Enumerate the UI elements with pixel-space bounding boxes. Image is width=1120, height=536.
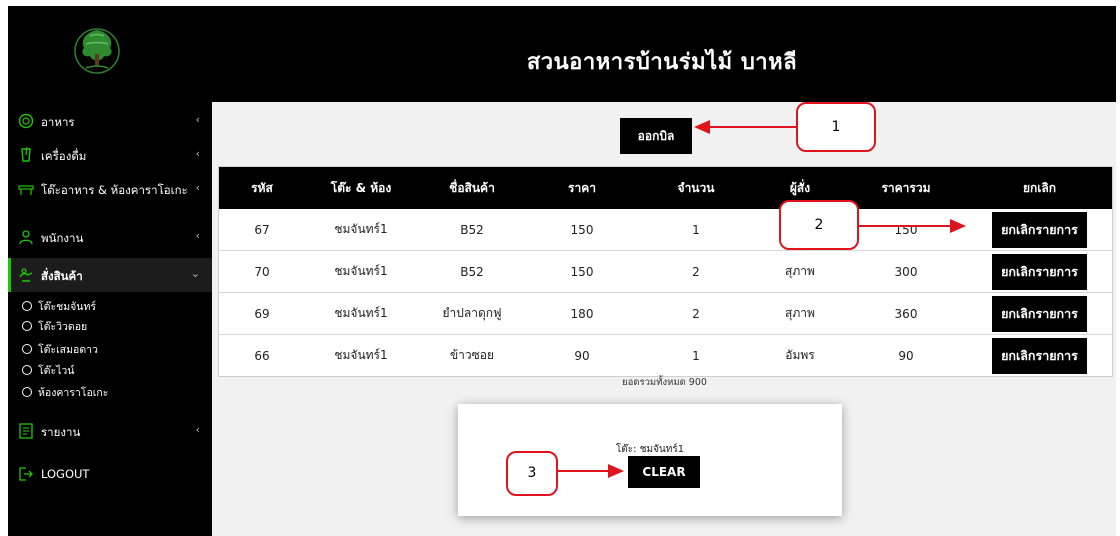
annotation-arrows xyxy=(558,120,966,478)
arrow-icon xyxy=(859,219,966,233)
arrow-icon xyxy=(558,464,624,478)
arrow-icon xyxy=(694,120,796,134)
